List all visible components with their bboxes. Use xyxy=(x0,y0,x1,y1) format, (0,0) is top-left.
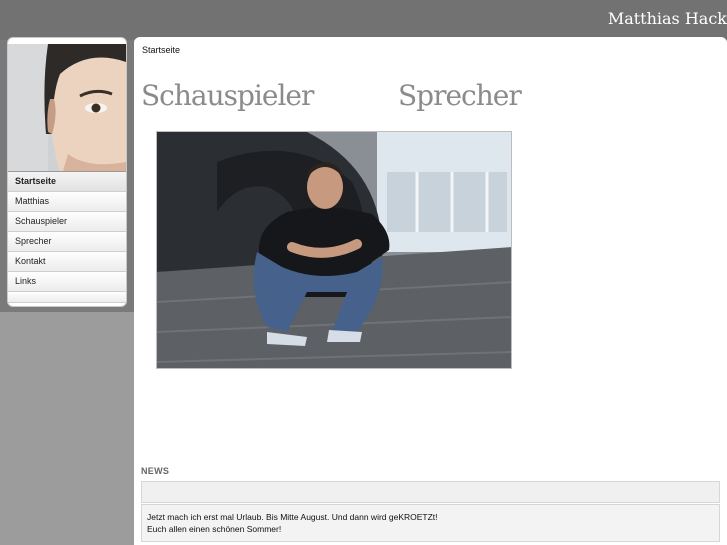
portrait-image xyxy=(8,44,126,171)
news-line-1: Jetzt mach ich erst mal Urlaub. Bis Mitt… xyxy=(147,512,438,522)
actor-sitting-image xyxy=(157,132,511,368)
hero-photo xyxy=(156,131,512,369)
sidebar-nav: Startseite Matthias Schauspieler Spreche… xyxy=(8,171,126,303)
sidebar-item-startseite[interactable]: Startseite xyxy=(8,172,126,192)
header-bar: Matthias Hack xyxy=(0,0,727,40)
sidebar-item-sprecher[interactable]: Sprecher xyxy=(8,232,126,252)
news-header-bar xyxy=(141,481,720,503)
sidebar-item-links[interactable]: Links xyxy=(8,272,126,292)
news-heading: NEWS xyxy=(141,466,170,476)
news-item: Jetzt mach ich erst mal Urlaub. Bis Mitt… xyxy=(141,504,720,542)
news-line-2: Euch allen einen schönen Sommer! xyxy=(147,524,282,534)
sidebar: Startseite Matthias Schauspieler Spreche… xyxy=(7,37,127,307)
sidebar-item-kontakt[interactable]: Kontakt xyxy=(8,252,126,272)
sidebar-lower-background xyxy=(0,312,134,545)
sprecher-link[interactable]: Sprecher xyxy=(398,79,522,112)
schauspieler-link[interactable]: Schauspieler xyxy=(141,79,314,112)
site-title[interactable]: Matthias Hack xyxy=(608,9,727,28)
sidebar-item-schauspieler[interactable]: Schauspieler xyxy=(8,212,126,232)
portrait-face-image xyxy=(8,44,126,171)
sidebar-item-empty xyxy=(8,292,126,303)
main-content: Startseite Schauspieler Sprecher NEWS Je… xyxy=(134,37,727,545)
breadcrumb: Startseite xyxy=(142,45,181,55)
sidebar-item-matthias[interactable]: Matthias xyxy=(8,192,126,212)
